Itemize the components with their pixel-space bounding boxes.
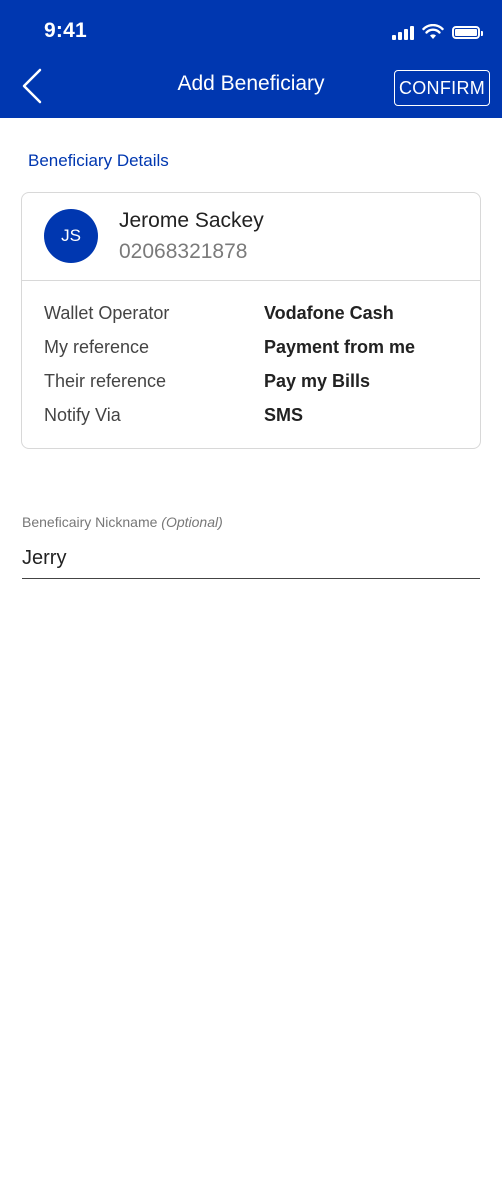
nickname-label-text: Beneficairy Nickname (22, 514, 158, 530)
beneficiary-card: JS Jerome Sackey 02068321878 Wallet Oper… (21, 192, 481, 449)
wifi-icon (422, 24, 444, 39)
status-time: 9:41 (44, 19, 87, 42)
detail-label: My reference (44, 337, 150, 357)
detail-label: Notify Via (44, 405, 121, 425)
status-icons (392, 22, 483, 42)
detail-label: Their reference (44, 371, 167, 391)
cellular-signal-icon (392, 24, 414, 40)
confirm-button[interactable]: CONFIRM (394, 70, 490, 106)
beneficiary-phone: 02068321878 (119, 240, 248, 263)
nickname-input[interactable] (22, 538, 480, 579)
battery-icon (452, 25, 483, 39)
app-header: 9:41 Add Beneficiary CONFIRM (0, 0, 502, 118)
detail-row-notify-via: Notify Via SMS (44, 405, 464, 439)
detail-value: Vodafone Cash (264, 303, 394, 323)
detail-value: Pay my Bills (264, 371, 371, 391)
detail-list: Wallet Operator Vodafone Cash My referen… (44, 303, 464, 439)
optional-label: (Optional) (161, 514, 223, 530)
detail-value: Payment from me (264, 337, 416, 357)
detail-label: Wallet Operator (44, 303, 170, 323)
beneficiary-name: Jerome Sackey (119, 209, 264, 232)
nickname-field-label: Beneficairy Nickname (Optional) (22, 514, 223, 530)
detail-row-their-reference: Their reference Pay my Bills (44, 371, 464, 405)
detail-value: SMS (264, 405, 304, 425)
divider (22, 280, 480, 281)
section-heading: Beneficiary Details (28, 151, 169, 170)
detail-row-my-reference: My reference Payment from me (44, 337, 464, 371)
detail-row-wallet-operator: Wallet Operator Vodafone Cash (44, 303, 464, 337)
avatar: JS (44, 209, 98, 263)
